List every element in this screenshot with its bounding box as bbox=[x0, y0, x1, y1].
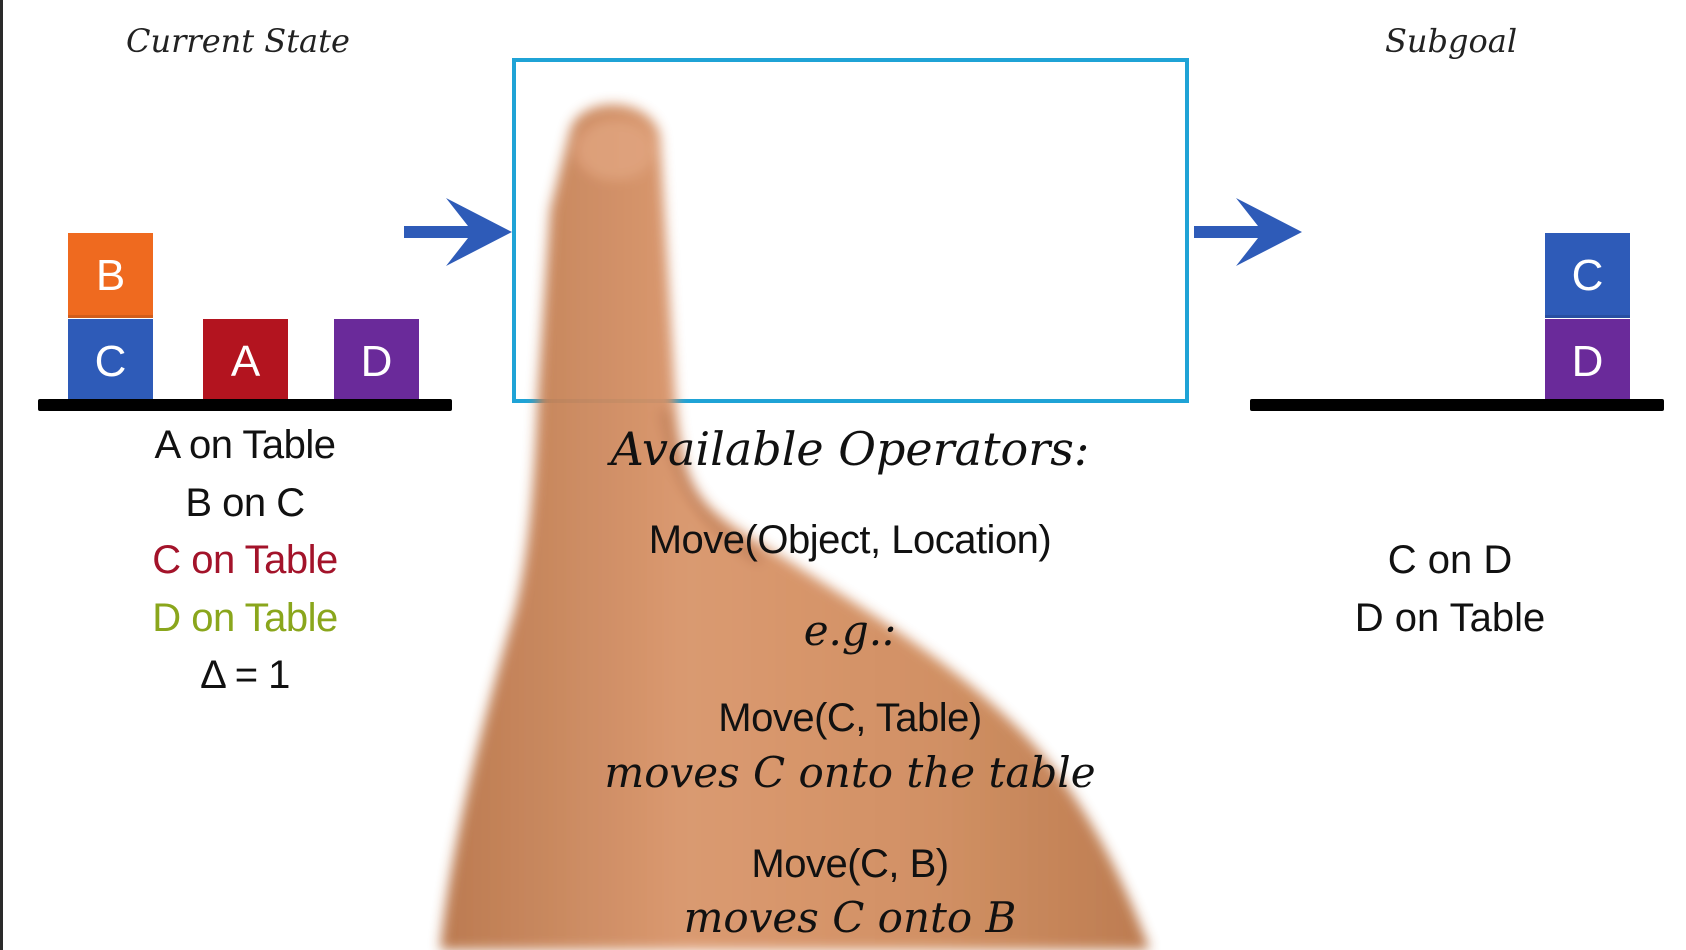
subgoal-table bbox=[1250, 399, 1664, 411]
goal-fact-d-on-table: D on Table bbox=[1354, 596, 1546, 640]
subgoal-block-d: D bbox=[1545, 319, 1630, 404]
diagram-stage: Current State Subgoal B C A D A on Table… bbox=[0, 0, 1686, 950]
current-table bbox=[38, 399, 452, 411]
example1-description: moves C onto the table bbox=[604, 748, 1096, 797]
block-c: C bbox=[68, 319, 153, 404]
subgoal-block-c: C bbox=[1545, 233, 1630, 318]
goal-fact-c-on-d: C on D bbox=[1387, 538, 1513, 582]
subgoal-title: Subgoal bbox=[1385, 22, 1518, 60]
fact-delta: Δ = 1 bbox=[200, 653, 290, 697]
example1-call: Move(C, Table) bbox=[718, 696, 982, 740]
example2-call: Move(C, B) bbox=[751, 842, 949, 886]
frame-edge bbox=[0, 0, 3, 950]
operator-placeholder-box bbox=[512, 58, 1189, 403]
fact-c-on-table: C on Table bbox=[152, 538, 338, 582]
arrow-into-box-icon bbox=[404, 198, 512, 266]
operators-heading: Available Operators: bbox=[610, 422, 1090, 476]
arrow-to-subgoal-icon bbox=[1194, 198, 1302, 266]
example2-description: moves C onto B bbox=[683, 893, 1017, 942]
fact-a-on-table: A on Table bbox=[154, 423, 336, 467]
fact-d-on-table: D on Table bbox=[152, 596, 338, 640]
block-b: B bbox=[68, 233, 153, 318]
fact-b-on-c: B on C bbox=[185, 481, 305, 525]
block-a: A bbox=[203, 319, 288, 404]
example-label: e.g.: bbox=[803, 606, 897, 655]
operator-signature: Move(Object, Location) bbox=[648, 518, 1052, 562]
block-d: D bbox=[334, 319, 419, 404]
current-state-title: Current State bbox=[126, 22, 350, 60]
